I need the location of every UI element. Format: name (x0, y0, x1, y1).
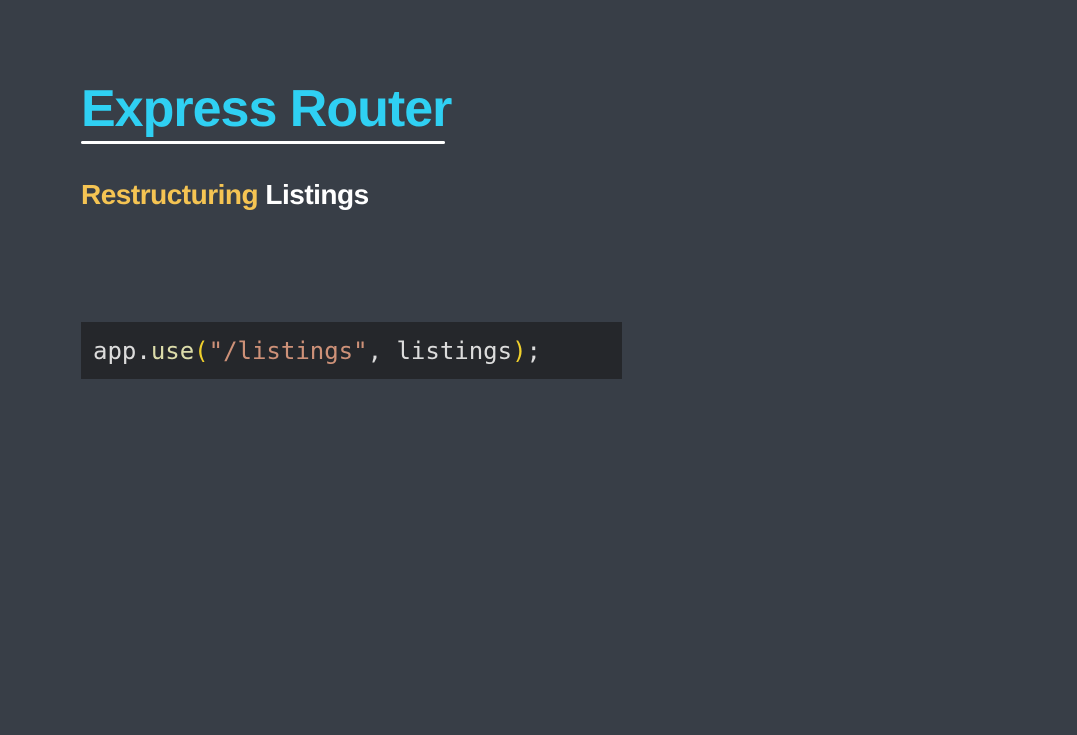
code-dot: . (136, 336, 151, 365)
slide-title: Express Router (81, 80, 452, 138)
code-close-paren: ) (512, 336, 527, 365)
code-string: "/listings" (208, 336, 368, 365)
slide-title-wrap: Express Router (81, 78, 452, 140)
code-semicolon: ; (526, 336, 541, 365)
subtitle-accent: Restructuring (81, 179, 259, 210)
title-underline (81, 141, 445, 144)
code-object: app (93, 336, 137, 365)
code-comma: , (367, 336, 397, 365)
code-method: use (150, 336, 195, 365)
code-block: app.use("/listings", listings); (81, 322, 622, 379)
code-argument: listings (396, 336, 513, 365)
code-line: app.use("/listings", listings); (93, 336, 541, 366)
code-open-paren: ( (194, 336, 209, 365)
slide-subtitle: Restructuring Listings (81, 178, 369, 212)
subtitle-main: Listings (265, 179, 369, 210)
